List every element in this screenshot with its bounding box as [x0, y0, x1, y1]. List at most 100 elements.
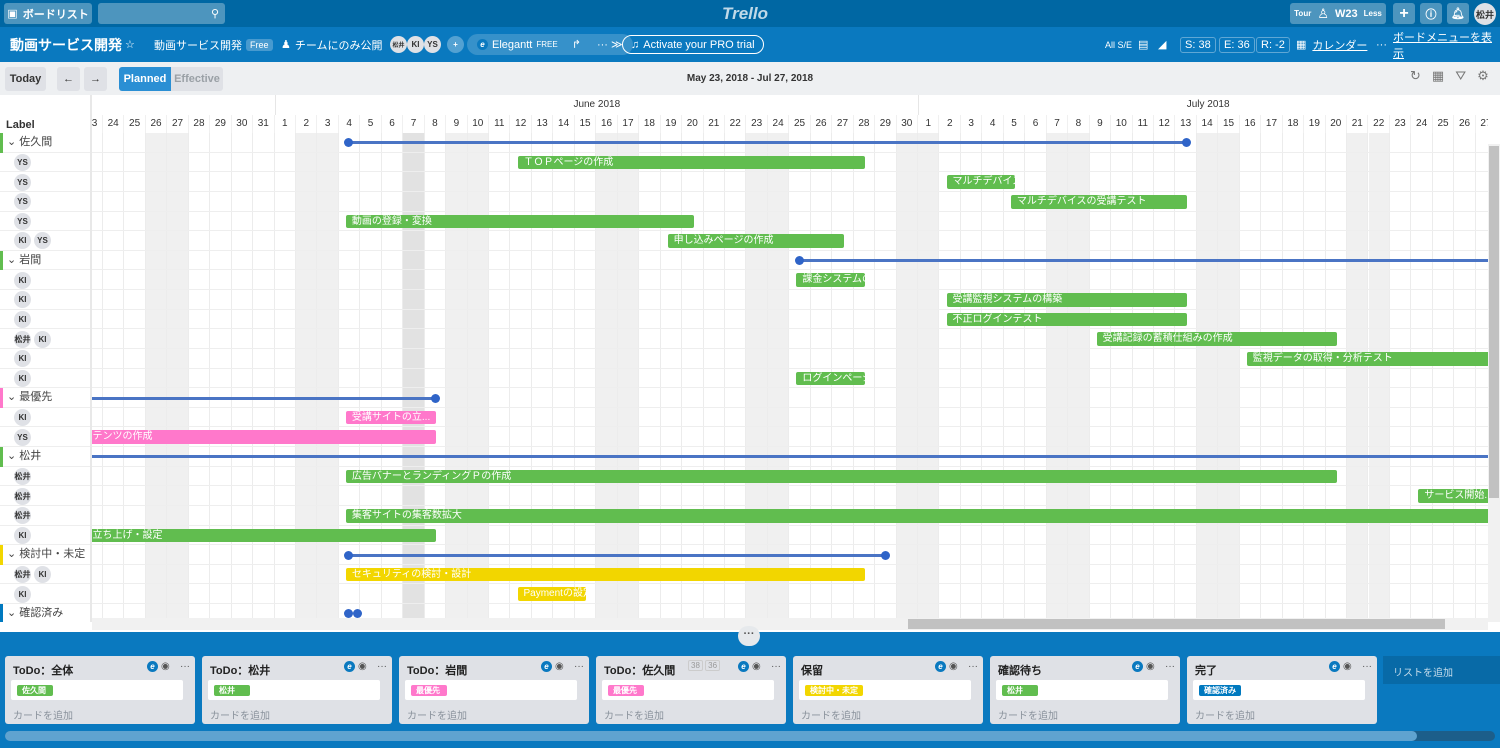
- today-button[interactable]: Today: [5, 67, 46, 91]
- effective-tab[interactable]: Effective: [171, 67, 223, 91]
- task-bar[interactable]: 立ち上げ・設定: [92, 528, 437, 543]
- member-avatar[interactable]: YS: [14, 173, 31, 191]
- calendar-icon[interactable]: ▦: [1432, 68, 1444, 84]
- board-title[interactable]: 動画サービス開発: [10, 27, 122, 62]
- more-icon[interactable]: ···: [771, 661, 781, 672]
- list-view-icon[interactable]: ▤: [1138, 27, 1148, 62]
- group-label[interactable]: ⌄ 最優先: [0, 388, 90, 408]
- chart-view-icon[interactable]: ◢: [1158, 27, 1166, 62]
- elegantt-icon[interactable]: e: [738, 661, 749, 672]
- refresh-icon[interactable]: ↻: [1410, 68, 1421, 84]
- task-bar[interactable]: セキュリティの検討・設計: [345, 567, 866, 582]
- member-avatar[interactable]: KI: [14, 585, 31, 603]
- elegantt-icon[interactable]: e: [1132, 661, 1143, 672]
- task-bar[interactable]: マルチデバイス...: [946, 175, 1016, 189]
- task-bar[interactable]: 集客サイトの集客数拡大: [345, 508, 1488, 523]
- member-avatar[interactable]: KI: [34, 566, 51, 584]
- add-icon[interactable]: +: [1393, 3, 1415, 24]
- task-bar[interactable]: ログインページ...: [796, 371, 866, 386]
- chevron-down-icon[interactable]: ⌄: [7, 607, 19, 619]
- elegantt-tour[interactable]: Tour ♙ W23 Less: [1290, 3, 1386, 24]
- more-icon[interactable]: ··· ≫: [597, 38, 623, 51]
- member-avatar[interactable]: KI: [14, 526, 31, 544]
- task-bar[interactable]: 受講記録の蓄積仕組みの作成: [1096, 332, 1338, 346]
- card[interactable]: 松井: [208, 680, 380, 700]
- eye-icon[interactable]: ◉: [161, 661, 170, 672]
- elegantt-icon[interactable]: e: [1329, 661, 1340, 672]
- member-avatar[interactable]: KI: [407, 36, 424, 53]
- board-scrollbar[interactable]: [5, 731, 1495, 741]
- more-icon[interactable]: ···: [968, 661, 978, 672]
- list-title[interactable]: ToDo：岩間: [407, 662, 467, 678]
- task-bar[interactable]: 広告バナーとランディングＰの作成: [345, 469, 1338, 484]
- add-card-button[interactable]: カードを追加: [13, 707, 73, 722]
- member-avatar[interactable]: 松井: [14, 487, 31, 505]
- add-card-button[interactable]: カードを追加: [210, 707, 270, 722]
- bell-icon[interactable]: 🔔︎: [1447, 3, 1469, 24]
- add-card-button[interactable]: カードを追加: [407, 707, 467, 722]
- elegantt-icon[interactable]: e: [344, 661, 355, 672]
- member-avatar[interactable]: KI: [14, 369, 31, 387]
- settings-icon[interactable]: ⚙: [1477, 68, 1489, 84]
- elegantt-button[interactable]: e Elegantt FREE ↱ ··· ≫: [467, 34, 633, 55]
- list-title[interactable]: ToDo：佐久間: [604, 662, 675, 678]
- eye-icon[interactable]: ◉: [555, 661, 564, 672]
- span-dot[interactable]: [430, 393, 440, 403]
- add-card-button[interactable]: カードを追加: [604, 707, 664, 722]
- next-button[interactable]: →: [84, 67, 107, 91]
- info-icon[interactable]: ⓘ: [1420, 3, 1442, 24]
- span-dot[interactable]: [794, 256, 804, 266]
- add-list-button[interactable]: リストを追加: [1383, 656, 1500, 684]
- share-icon[interactable]: ↱: [572, 38, 581, 51]
- all-se-toggle[interactable]: All S/E: [1105, 27, 1132, 62]
- span-dot[interactable]: [881, 550, 891, 560]
- list-title[interactable]: 保留: [801, 662, 823, 678]
- task-bar[interactable]: 受講サイトの立...: [345, 410, 437, 425]
- list-title[interactable]: ToDo：松井: [210, 662, 270, 678]
- member-avatar[interactable]: KI: [14, 291, 31, 309]
- more-icon[interactable]: ···: [1165, 661, 1175, 672]
- task-bar[interactable]: 監視データの取得・分析テスト: [1246, 351, 1488, 366]
- add-card-button[interactable]: カードを追加: [801, 707, 861, 722]
- group-label[interactable]: ⌄ 松井: [0, 447, 90, 467]
- team-button[interactable]: 動画サービス開発 Free: [154, 27, 273, 62]
- vertical-scrollbar[interactable]: [1488, 144, 1500, 622]
- task-bar[interactable]: サービス開始...: [1418, 489, 1488, 503]
- member-avatar[interactable]: 松井: [14, 507, 31, 525]
- chevron-down-icon[interactable]: ⌄: [7, 136, 19, 148]
- filter-icon[interactable]: ⛛: [1455, 68, 1466, 84]
- task-bar[interactable]: 課金システムの...: [796, 273, 866, 288]
- card[interactable]: 松井: [996, 680, 1168, 700]
- add-card-button[interactable]: カードを追加: [998, 707, 1058, 722]
- user-avatar[interactable]: 松井: [1474, 3, 1496, 25]
- card[interactable]: 最優先: [602, 680, 774, 700]
- elegantt-icon[interactable]: e: [935, 661, 946, 672]
- span-dot[interactable]: [1181, 138, 1191, 148]
- member-avatar[interactable]: YS: [14, 428, 31, 446]
- tour-link[interactable]: Tour: [1294, 9, 1311, 18]
- card[interactable]: 最優先: [405, 680, 577, 700]
- member-avatar[interactable]: YS: [34, 232, 51, 250]
- eye-icon[interactable]: ◉: [358, 661, 367, 672]
- task-bar[interactable]: 不正ログインテスト: [946, 312, 1187, 327]
- more-icon[interactable]: ···: [574, 661, 584, 672]
- task-bar[interactable]: 動画の登録・変換: [345, 214, 694, 229]
- boards-button[interactable]: ▣ ボードリスト: [4, 3, 92, 24]
- planned-tab[interactable]: Planned: [119, 67, 171, 91]
- member-avatar[interactable]: KI: [14, 271, 31, 289]
- member-avatar[interactable]: KI: [14, 409, 31, 427]
- list-title[interactable]: 完了: [1195, 662, 1217, 678]
- member-avatar[interactable]: KI: [14, 350, 31, 368]
- elegantt-icon[interactable]: e: [147, 661, 158, 672]
- task-bar[interactable]: ＴＯＰページの作成: [517, 155, 866, 170]
- member-avatar[interactable]: KI: [14, 232, 31, 250]
- task-bar[interactable]: テンツの作成: [92, 430, 437, 445]
- member-avatar[interactable]: 松井: [14, 566, 31, 584]
- span-dot[interactable]: [344, 550, 354, 560]
- more-icon[interactable]: ···: [377, 661, 387, 672]
- eye-icon[interactable]: ◉: [949, 661, 958, 672]
- member-avatar[interactable]: KI: [34, 330, 51, 348]
- eye-icon[interactable]: ◉: [1343, 661, 1352, 672]
- visibility-button[interactable]: ♟ チームにのみ公開: [281, 27, 383, 62]
- chevron-down-icon[interactable]: ⌄: [7, 450, 19, 462]
